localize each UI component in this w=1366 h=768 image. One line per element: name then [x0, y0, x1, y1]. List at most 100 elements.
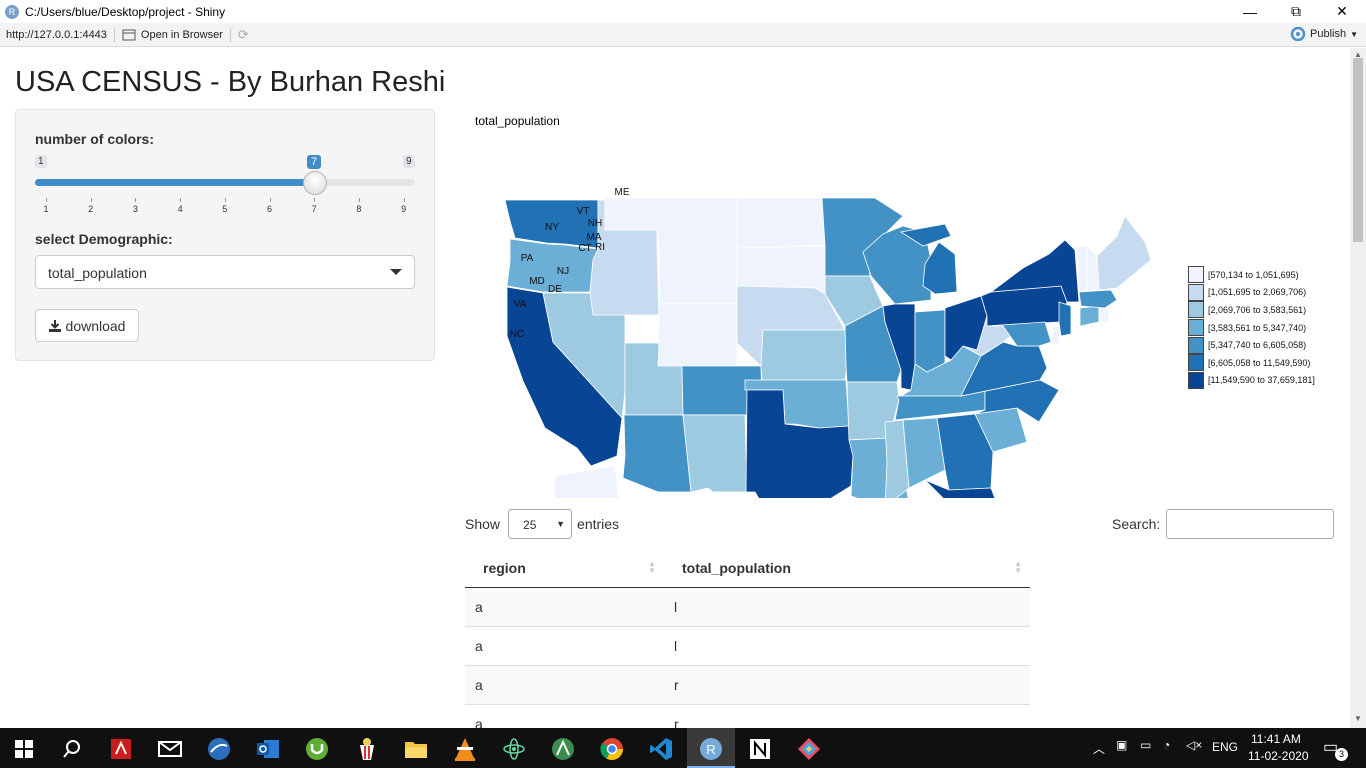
slider-tick-label: 1: [43, 204, 49, 214]
windows-start-icon[interactable]: [11, 736, 37, 762]
minimize-button[interactable]: —: [1227, 0, 1273, 23]
language-indicator[interactable]: ENG: [1212, 740, 1238, 754]
legend-label: [6,605,058 to 11,549,590): [1208, 357, 1311, 368]
open-in-browser-button[interactable]: Open in Browser: [122, 29, 223, 41]
state-ma: [1078, 289, 1118, 309]
search-input[interactable]: [1166, 509, 1335, 539]
state-label: NH: [588, 218, 602, 229]
mail-icon[interactable]: [157, 736, 183, 762]
chrome-icon[interactable]: [599, 736, 625, 762]
map-title: total_population: [475, 114, 560, 128]
page-title: USA CENSUS - By Burhan Reshi: [15, 66, 446, 98]
toolbar-divider: [229, 27, 231, 42]
legend-swatch: [1188, 266, 1204, 284]
legend-label: [3,583,561 to 5,347,740): [1208, 322, 1307, 333]
file-explorer-icon[interactable]: [403, 736, 429, 762]
slider-tick-label: 7: [311, 204, 317, 214]
slider-fill: [35, 179, 315, 186]
download-label: download: [65, 317, 126, 334]
page-scrollbar[interactable]: ▲ ▼: [1350, 48, 1366, 728]
state-label: CT: [578, 243, 591, 254]
sort-icon: ▲ ▼: [1014, 559, 1022, 575]
battery-icon[interactable]: ▭: [1140, 738, 1151, 752]
state-label: PA: [521, 253, 534, 264]
legend-item: [6,605,058 to 11,549,590): [1188, 354, 1315, 372]
popcorn-icon[interactable]: [354, 736, 380, 762]
map-legend: [570,134 to 1,051,695) [1,051,695 to 2,06…: [1188, 266, 1315, 389]
table-cell: a: [465, 664, 664, 704]
slider-tick: [135, 198, 137, 202]
state-label: NJ: [557, 266, 569, 277]
table-cell: l: [664, 586, 1030, 626]
column-header-region[interactable]: region ▲ ▼: [465, 548, 664, 588]
restore-button[interactable]: ⧉: [1273, 0, 1319, 23]
rstudio-icon[interactable]: R: [698, 736, 724, 762]
vscode-icon[interactable]: [648, 736, 674, 762]
legend-swatch: [1188, 283, 1204, 301]
state-label: MD: [529, 276, 545, 287]
choropleth-map: WAORCANVIDMTWYUTAZCONMNDSDNEKSOKTXMNIAMO…: [505, 187, 1152, 498]
slider-tick: [46, 198, 47, 202]
legend-item: [2,069,706 to 3,583,561): [1188, 301, 1315, 319]
slider-tick: [90, 198, 92, 202]
legend-swatch: [1188, 319, 1204, 337]
slider-tick-label: 3: [132, 204, 138, 214]
sort-icon: ▲ ▼: [648, 559, 656, 575]
close-button[interactable]: ✕: [1319, 0, 1365, 23]
pdf-reader-icon[interactable]: [108, 736, 134, 762]
legend-item: [570,134 to 1,051,695): [1188, 266, 1315, 284]
legend-label: [570,134 to 1,051,695): [1208, 269, 1299, 280]
url-text[interactable]: http://127.0.0.1:4443: [6, 29, 107, 41]
outlook-icon[interactable]: [255, 736, 281, 762]
volume-icon[interactable]: ◁×: [1186, 738, 1202, 752]
table-search: Search:: [1112, 509, 1335, 539]
download-icon: [48, 319, 61, 332]
scroll-down-icon[interactable]: ▼: [1354, 714, 1362, 723]
rstudio-logo-icon: R: [5, 4, 19, 19]
column-header-total-population[interactable]: total_population ▲ ▼: [664, 548, 1030, 588]
entries-select[interactable]: 25 ▼: [508, 509, 573, 539]
table-cell: r: [664, 703, 1030, 728]
legend-item: [1,051,695 to 2,069,706): [1188, 283, 1315, 302]
state-nd: [736, 197, 826, 249]
scrollbar-thumb[interactable]: [1353, 58, 1363, 242]
legend-label: [1,051,695 to 2,069,706): [1208, 287, 1307, 298]
publish-button[interactable]: Publish ▼: [1290, 27, 1358, 41]
show-label: Show: [465, 516, 501, 532]
slider-tick-label: 9: [401, 204, 407, 214]
vlc-icon[interactable]: [452, 736, 478, 762]
table-row: al: [465, 586, 1030, 626]
slider-handle[interactable]: [303, 171, 327, 195]
download-button[interactable]: download: [35, 309, 139, 342]
utorrent-icon[interactable]: [304, 736, 330, 762]
tray-overflow-icon[interactable]: ︿: [1093, 740, 1105, 757]
slider-tick: [224, 198, 226, 202]
notion-icon[interactable]: [747, 736, 773, 762]
state-vt: [1076, 245, 1088, 293]
gitkraken-icon[interactable]: [796, 736, 822, 762]
caret-down-icon: [390, 269, 402, 275]
chevron-down-icon: ▼: [1350, 29, 1358, 39]
state-nh: [1086, 245, 1100, 291]
legend-swatch: [1188, 371, 1204, 389]
data-table: region ▲ ▼ total_population ▲ ▼ al al ar ar: [465, 548, 1030, 728]
clock-date[interactable]: 11-02-2020: [1248, 749, 1309, 763]
refresh-icon[interactable]: ⟳: [238, 27, 249, 43]
table-cell: a: [465, 586, 664, 626]
slider-value-label: 7: [307, 155, 322, 169]
state-az: [622, 414, 692, 493]
tray-app-icon[interactable]: ▣: [1116, 738, 1127, 752]
browser-app-icon[interactable]: [206, 736, 232, 762]
state-in: [914, 309, 946, 375]
table-length-control: Show 25 ▼ entries: [465, 509, 619, 539]
table-cell: l: [664, 625, 1030, 665]
clock-time[interactable]: 11:41 AM: [1251, 732, 1301, 746]
legend-label: [2,069,706 to 3,583,561): [1208, 304, 1307, 315]
demographic-select[interactable]: total_population: [35, 255, 415, 289]
wifi-icon[interactable]: ◔: [1163, 738, 1170, 752]
table-cell: a: [465, 703, 664, 728]
android-studio-icon[interactable]: [550, 736, 576, 762]
search-icon[interactable]: [59, 736, 85, 762]
atom-icon[interactable]: [501, 736, 527, 762]
legend-swatch: [1188, 301, 1204, 319]
